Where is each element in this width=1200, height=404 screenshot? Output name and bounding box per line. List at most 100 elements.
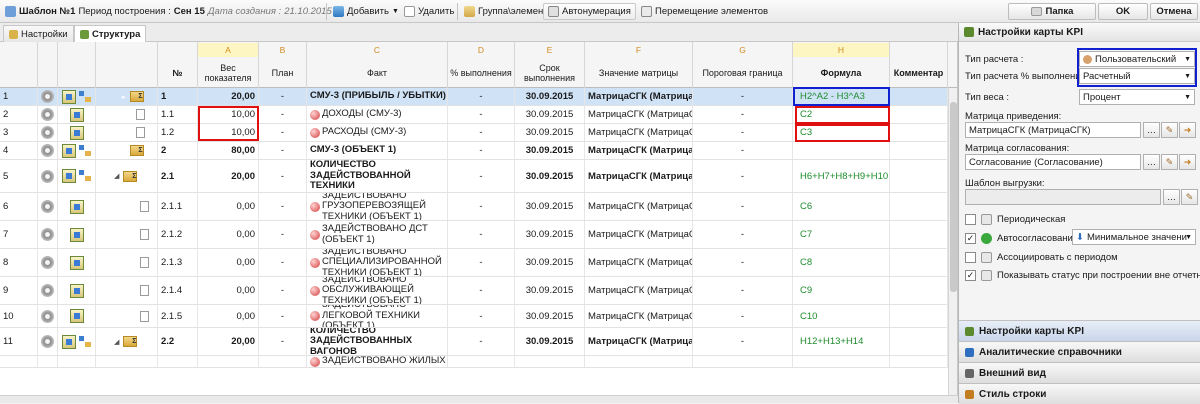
gear-icon[interactable] xyxy=(41,144,54,157)
periodic-checkbox[interactable] xyxy=(965,214,976,225)
row-formula-cell[interactable]: C10 xyxy=(793,305,890,327)
table-row[interactable]: 11 ◢ Σ 2.2 20,00- КОЛИЧЕСТВО ЗАДЕЙСТВОВАННЫХ … xyxy=(0,328,957,356)
table-row[interactable]: 8 2.1.3 0,00 - ЗАДЕЙСТВОВАНО СПЕЦИАЛИЗИРОВАН… xyxy=(0,249,957,277)
row-plan-cell[interactable]: - xyxy=(259,249,307,276)
row-comment-cell[interactable] xyxy=(890,305,948,327)
col-tree-header[interactable] xyxy=(96,42,158,88)
table-row[interactable]: 4 ▸ Σ 2 80,00- СМУ-3 (ОБЪЕКТ 1) -30.09.2015 Мат… xyxy=(0,142,957,160)
kpi-card-icon[interactable] xyxy=(69,283,84,298)
row-fact-cell[interactable]: КОЛИЧЕСТВО ЗАДЕЙСТВОВАННЫХ ВАГОНОВ xyxy=(307,328,448,355)
expand-toggle-icon[interactable]: ◢ xyxy=(114,338,119,346)
row-matrix-cell[interactable]: МатрицаСГК (МатрицаСГК) xyxy=(585,249,693,276)
row-comment-cell[interactable] xyxy=(890,356,948,367)
row-threshold-cell[interactable]: - xyxy=(693,328,793,355)
row-weight-cell[interactable]: 0,00 xyxy=(198,305,259,327)
col-index-header[interactable] xyxy=(0,42,38,88)
section-kpi-settings[interactable]: Настройки карты KPI xyxy=(959,320,1200,341)
group-element-button[interactable]: Группа\элемент xyxy=(461,3,551,20)
row-matrix-cell[interactable]: МатрицаСГК (МатрицаСГК) xyxy=(585,277,693,304)
row-comment-cell[interactable] xyxy=(890,88,948,105)
table-row[interactable]: 9 2.1.4 0,00 - ЗАДЕЙСТВОВАНО ОБСЛУЖИВАЮЩЕЙ Т… xyxy=(0,277,957,305)
row-comment-cell[interactable] xyxy=(890,328,948,355)
row-matrix-cell[interactable]: МатрицаСГК (МатрицаСГК) xyxy=(585,193,693,220)
row-fact-cell[interactable]: СМУ-3 (ОБЪЕКТ 1) xyxy=(307,142,448,159)
gear-icon[interactable] xyxy=(41,309,54,323)
row-matrix-cell[interactable]: МатрицаСГК (МатрицаСГК) xyxy=(585,221,693,248)
kpi-card-icon[interactable] xyxy=(69,199,84,214)
kpi-card-icon[interactable] xyxy=(61,169,76,183)
autoapprove-mode-select[interactable]: ⬇ Минимальное значени ▼ xyxy=(1072,229,1196,245)
row-date-cell[interactable] xyxy=(515,356,585,367)
kpi-card-icon[interactable] xyxy=(69,227,84,242)
col-settings-header[interactable] xyxy=(38,42,58,88)
row-formula-cell[interactable]: H6+H7+H8+H9+H10 xyxy=(793,160,890,192)
folder-button[interactable]: Папка xyxy=(1008,3,1096,20)
row-matrix-cell[interactable]: МатрицаСГК (МатрицаСГК) xyxy=(585,106,693,123)
kpi-card-icon[interactable] xyxy=(69,309,84,323)
hierarchy-icon[interactable] xyxy=(78,90,92,103)
col-plan-header[interactable]: B План xyxy=(259,42,307,88)
row-threshold-cell[interactable]: - xyxy=(693,249,793,276)
row-plan-cell[interactable] xyxy=(259,356,307,367)
row-plan-cell[interactable]: - xyxy=(259,160,307,192)
gear-icon[interactable] xyxy=(41,200,54,213)
matrix-open-button[interactable]: ➜ xyxy=(1179,122,1196,138)
tab-structure[interactable]: Структура xyxy=(74,25,147,43)
row-plan-cell[interactable]: - xyxy=(259,142,307,159)
row-weight-cell[interactable]: 20,00 xyxy=(198,328,259,355)
row-date-cell[interactable]: 30.09.2015 xyxy=(515,277,585,304)
approval-open-button[interactable]: ➜ xyxy=(1179,154,1196,170)
row-threshold-cell[interactable] xyxy=(693,356,793,367)
gear-icon[interactable] xyxy=(41,228,54,241)
gear-icon[interactable] xyxy=(41,90,54,103)
row-comment-cell[interactable] xyxy=(890,160,948,192)
row-fact-cell[interactable]: ЗАДЕЙСТВОВАНО ОБСЛУЖИВАЮЩЕЙ ТЕХНИКИ (ОБЪ… xyxy=(307,277,448,304)
row-date-cell[interactable]: 30.09.2015 xyxy=(515,142,585,159)
row-comment-cell[interactable] xyxy=(890,221,948,248)
hierarchy-icon[interactable] xyxy=(78,170,92,182)
approval-clear-button[interactable]: ✎ xyxy=(1161,154,1178,170)
expand-toggle-icon[interactable]: ◢ xyxy=(114,172,119,180)
kpi-card-icon[interactable] xyxy=(61,89,76,104)
row-weight-cell[interactable]: 0,00 xyxy=(198,277,259,304)
row-matrix-cell[interactable]: МатрицаСГК (МатрицаСГК) xyxy=(585,160,693,192)
col-number-header[interactable]: № xyxy=(158,42,198,88)
col-formula-header[interactable]: H Формула xyxy=(793,42,890,88)
row-formula-cell[interactable]: C6 xyxy=(793,193,890,220)
gear-icon[interactable] xyxy=(41,284,54,297)
associate-checkbox[interactable] xyxy=(965,252,976,263)
export-browse-button[interactable]: … xyxy=(1163,189,1180,205)
row-weight-cell[interactable] xyxy=(198,356,259,367)
grid-vertical-scrollbar[interactable] xyxy=(948,88,957,395)
row-date-cell[interactable]: 30.09.2015 xyxy=(515,160,585,192)
row-comment-cell[interactable] xyxy=(890,106,948,123)
autonumber-button[interactable]: Автонумерация xyxy=(543,3,636,20)
row-fact-cell[interactable]: ЗАДЕЙСТВОВАНО ГРУЗОПЕРЕВОЗЯЩЕЙ ТЕХНИКИ (… xyxy=(307,193,448,220)
table-row[interactable]: 7 2.1.2 0,00 - ЗАДЕЙСТВОВАНО ДСТ (ОБЪЕКТ 1) -… xyxy=(0,221,957,249)
row-weight-cell[interactable]: 0,00 xyxy=(198,249,259,276)
row-threshold-cell[interactable]: - xyxy=(693,106,793,123)
row-threshold-cell[interactable]: - xyxy=(693,193,793,220)
row-comment-cell[interactable] xyxy=(890,277,948,304)
row-date-cell[interactable]: 30.09.2015 xyxy=(515,249,585,276)
row-weight-cell[interactable]: 20,00 xyxy=(198,160,259,192)
col-comment-header[interactable]: Комментар xyxy=(890,42,948,88)
row-matrix-cell[interactable]: МатрицаСГК (МатрицаСГК) xyxy=(585,124,693,141)
row-plan-cell[interactable]: - xyxy=(259,193,307,220)
hierarchy-icon[interactable] xyxy=(78,144,92,157)
row-fact-cell[interactable]: ЗАДЕЙСТВОВАНО СПЕЦИАЛИЗИРОВАННОЙ ТЕХНИКИ… xyxy=(307,249,448,276)
table-row[interactable]: 5 ◢ Σ 2.1 20,00- КОЛИЧЕСТВО ЗАДЕЙСТВОВАННОЙ Т… xyxy=(0,160,957,193)
row-plan-cell[interactable]: - xyxy=(259,124,307,141)
export-field[interactable] xyxy=(965,189,1161,205)
row-fact-cell[interactable]: ЗАДЕЙСТВОВАНО ЖИЛЫХ xyxy=(307,356,448,367)
row-formula-cell[interactable]: C7 xyxy=(793,221,890,248)
row-plan-cell[interactable]: - xyxy=(259,88,307,105)
row-threshold-cell[interactable]: - xyxy=(693,142,793,159)
row-threshold-cell[interactable]: - xyxy=(693,277,793,304)
gear-icon[interactable] xyxy=(41,108,54,121)
row-fact-cell[interactable]: РАСХОДЫ (СМУ-3) xyxy=(307,124,448,141)
kpi-card-icon[interactable] xyxy=(69,255,84,270)
row-comment-cell[interactable] xyxy=(890,249,948,276)
row-date-cell[interactable]: 30.09.2015 xyxy=(515,328,585,355)
move-elements-button[interactable]: Перемещение элементов xyxy=(638,3,771,20)
